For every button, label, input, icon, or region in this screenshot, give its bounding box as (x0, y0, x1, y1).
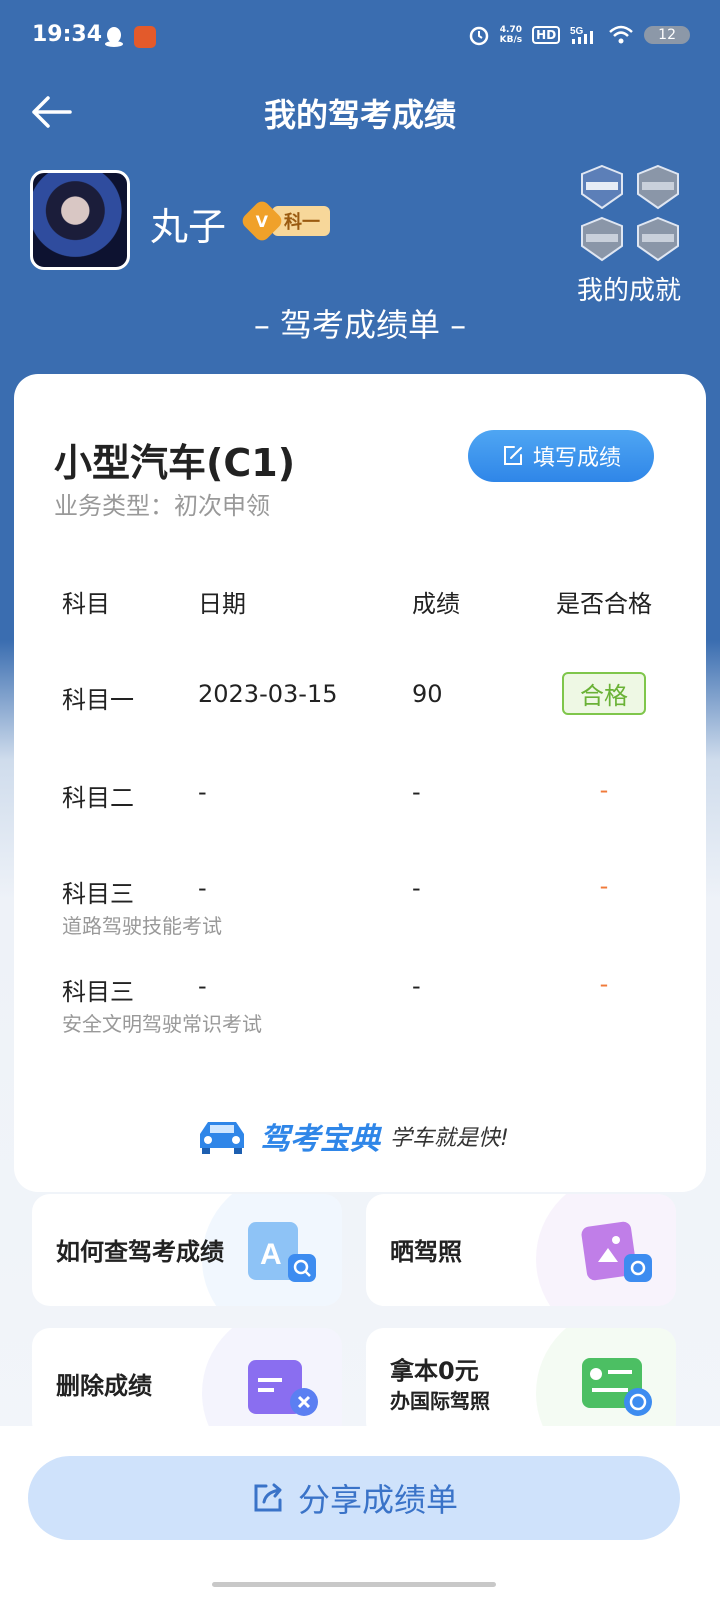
col-header-pass: 是否合格 (556, 590, 652, 618)
medal-icon (581, 164, 623, 210)
wifi-icon (609, 25, 634, 44)
username: 丸子 (150, 205, 227, 249)
row-subject: 科目二 (62, 784, 134, 812)
tile-intl-license[interactable]: 拿本0元 办国际驾照 (366, 1328, 676, 1440)
vehicle-type: 小型汽车(C1) (54, 441, 296, 485)
status-time: 19:34 (32, 22, 103, 47)
achievements[interactable]: 我的成就 (570, 164, 688, 307)
row-score: - (412, 972, 421, 1000)
signal-icon: 5G (570, 26, 594, 44)
page-title: 我的驾考成绩 (263, 96, 456, 134)
row-score: 90 (412, 680, 443, 708)
avatar[interactable] (30, 170, 130, 270)
row-note: 安全文明驾驶常识考试 (62, 1012, 262, 1036)
achievement-medals (578, 164, 688, 262)
row-result: - (599, 872, 609, 900)
row-result: - (599, 970, 609, 998)
row-date: - (198, 874, 207, 902)
fill-score-button[interactable]: 填写成绩 (468, 430, 654, 482)
tile-intl-license-label: 拿本0元 办国际驾照 (390, 1357, 490, 1413)
share-icon (254, 1483, 282, 1512)
medal-icon (637, 216, 679, 262)
row-result: 合格 (534, 672, 674, 715)
search-document-icon: A (248, 1222, 316, 1282)
col-header-score: 成绩 (412, 590, 460, 618)
level-badge[interactable]: V 科一 (239, 198, 330, 244)
status-right: 4.70 KB/s HD 5G 12 (468, 24, 690, 46)
row-date: 2023-03-15 (198, 680, 338, 708)
status-bar: 19:34 4.70 KB/s HD 5G 12 (0, 0, 720, 72)
business-type: 业务类型：初次申领 (54, 492, 270, 520)
tile-show-license[interactable]: 晒驾照 (366, 1194, 676, 1306)
row-subject: 科目三 (62, 880, 134, 908)
license-card-icon (582, 1358, 652, 1416)
hd-icon: HD (532, 26, 561, 44)
fill-score-label: 填写成绩 (532, 446, 621, 471)
medal-icon (581, 216, 623, 262)
tile-check-scores[interactable]: 如何查驾考成绩 A (32, 1194, 342, 1306)
alarm-icon (469, 26, 488, 46)
tile-check-scores-label: 如何查驾考成绩 (56, 1238, 224, 1266)
share-report-label: 分享成绩单 (297, 1481, 458, 1519)
tile-delete-scores-label: 删除成绩 (56, 1372, 152, 1400)
battery-indicator: 12 (644, 26, 690, 44)
svg-text:A: A (260, 1238, 282, 1271)
svg-text:5G: 5G (570, 26, 584, 37)
photo-icon (581, 1221, 652, 1282)
top-bar: 我的驾考成绩 (0, 80, 720, 144)
delete-icon (248, 1360, 318, 1416)
brand-name: 驾考宝典 (260, 1122, 380, 1157)
medal-icon (637, 164, 679, 210)
car-logo-icon (200, 1122, 244, 1154)
home-indicator[interactable] (212, 1582, 496, 1587)
row-subject: 科目一 (62, 686, 134, 714)
pass-badge: 合格 (562, 672, 646, 715)
brand-slogan: 学车就是快! (390, 1126, 509, 1151)
net-speed: 4.70 KB/s (499, 25, 523, 45)
row-result: - (599, 776, 609, 804)
tile-show-license-label: 晒驾照 (390, 1238, 462, 1266)
tile-delete-scores[interactable]: 删除成绩 (32, 1328, 342, 1440)
app-notification-icon (134, 26, 156, 48)
row-note: 道路驾驶技能考试 (62, 914, 222, 938)
qq-icon (105, 27, 123, 47)
score-card: 小型汽车(C1) 业务类型：初次申领 填写成绩 科目 日期 成绩 是否合格 科目… (14, 374, 706, 1192)
col-header-date: 日期 (198, 590, 246, 618)
row-score: - (412, 874, 421, 902)
row-date: - (198, 778, 207, 806)
row-date: - (198, 972, 207, 1000)
brand-logo: 驾考宝典 学车就是快! (194, 1114, 534, 1158)
edit-icon (503, 446, 522, 465)
row-score: - (412, 778, 421, 806)
row-subject: 科目三 (62, 978, 134, 1006)
report-heading: – 驾考成绩单 – (253, 306, 467, 344)
col-header-subject: 科目 (62, 590, 110, 618)
share-report-button[interactable]: 分享成绩单 (28, 1456, 680, 1540)
